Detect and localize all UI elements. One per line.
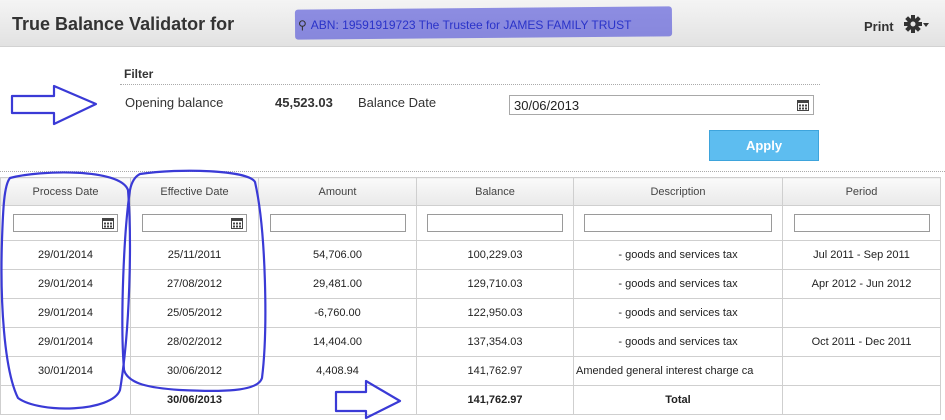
effective-date-cell: 27/08/2012 [130,269,259,299]
description-cell: Amended general interest charge ca [573,356,783,386]
column-header-process-date[interactable]: Process Date [0,177,131,206]
column-header-period[interactable]: Period [782,177,941,206]
description-cell: - goods and services tax [573,269,783,299]
amount-cell: 54,706.00 [258,240,417,270]
app-header: True Balance Validator for ⚲ ABN: 1959191… [0,0,945,47]
column-header-amount[interactable]: Amount [258,177,417,206]
calendar-icon[interactable] [231,217,243,229]
process-date-cell: 29/01/2014 [0,240,131,270]
transactions-grid: Process Date Effective Date Amount Balan… [0,177,941,415]
amount-filter[interactable] [269,214,406,232]
table-row[interactable]: 30/01/2014 30/06/2012 4,408.94 141,762.9… [0,356,941,386]
search-icon: ⚲ [298,18,307,32]
column-header-description[interactable]: Description [573,177,783,206]
opening-balance-value: 45,523.03 [275,95,333,110]
filter-heading: Filter [124,67,154,81]
divider [0,171,945,172]
column-header-balance[interactable]: Balance [416,177,574,206]
process-date-cell: 29/01/2014 [0,298,131,328]
app-title: True Balance Validator for [12,14,235,34]
amount-cell: -6,760.00 [258,298,417,328]
effective-date-filter[interactable] [142,214,247,232]
table-row[interactable]: 29/01/2014 28/02/2012 14,404.00 137,354.… [0,327,941,357]
calendar-icon[interactable] [102,217,114,229]
balance-date-value: 30/06/2013 [514,98,580,113]
effective-date-cell: 28/02/2012 [130,327,259,357]
effective-date-cell: 25/05/2012 [130,298,259,328]
effective-date-cell: 30/06/2012 [130,356,259,386]
table-row[interactable]: 29/01/2014 25/11/2011 54,706.00 100,229.… [0,240,941,270]
gear-icon[interactable] [903,13,929,35]
annotation-arrow [10,84,98,126]
entity-label: ABN: 19591919723 The Trustee for JAMES F… [310,18,632,32]
amount-cell: 14,404.00 [258,327,417,357]
balance-cell: 141,762.97 [416,356,574,386]
total-effective-date: 30/06/2013 [130,385,259,415]
period-cell [782,298,941,328]
divider [120,84,820,85]
apply-button[interactable]: Apply [709,130,819,161]
amount-cell: 29,481.00 [258,269,417,299]
empty-cell [258,385,417,415]
balance-filter[interactable] [427,214,563,232]
empty-cell [782,385,941,415]
description-cell: - goods and services tax [573,298,783,328]
table-row[interactable]: 29/01/2014 25/05/2012 -6,760.00 122,950.… [0,298,941,328]
empty-cell [0,385,131,415]
total-label: Total [573,385,783,415]
period-cell: Apr 2012 - Jun 2012 [782,269,941,299]
period-cell [782,356,941,386]
calendar-icon[interactable] [797,99,809,111]
column-header-effective-date[interactable]: Effective Date [130,177,259,206]
period-cell: Oct 2011 - Dec 2011 [782,327,941,357]
balance-date-label: Balance Date [358,95,437,110]
period-filter[interactable] [793,214,930,232]
balance-cell: 129,710.03 [416,269,574,299]
balance-cell: 137,354.03 [416,327,574,357]
period-cell: Jul 2011 - Sep 2011 [782,240,941,270]
total-balance: 141,762.97 [416,385,574,415]
process-date-cell: 29/01/2014 [0,269,131,299]
total-row: 30/06/2013 141,762.97 Total [0,385,941,415]
opening-balance-label: Opening balance [125,95,224,110]
entity-selector[interactable]: ⚲ ABN: 19591919723 The Trustee for JAMES … [298,18,631,32]
process-date-cell: 30/01/2014 [0,356,131,386]
description-filter[interactable] [584,214,772,232]
effective-date-cell: 25/11/2011 [130,240,259,270]
amount-cell: 4,408.94 [258,356,417,386]
description-cell: - goods and services tax [573,240,783,270]
process-date-filter[interactable] [13,214,118,232]
print-button[interactable]: Print [864,19,894,34]
table-row[interactable]: 29/01/2014 27/08/2012 29,481.00 129,710.… [0,269,941,299]
description-cell: - goods and services tax [573,327,783,357]
process-date-cell: 29/01/2014 [0,327,131,357]
balance-cell: 122,950.03 [416,298,574,328]
balance-date-input[interactable]: 30/06/2013 [509,95,814,115]
balance-cell: 100,229.03 [416,240,574,270]
